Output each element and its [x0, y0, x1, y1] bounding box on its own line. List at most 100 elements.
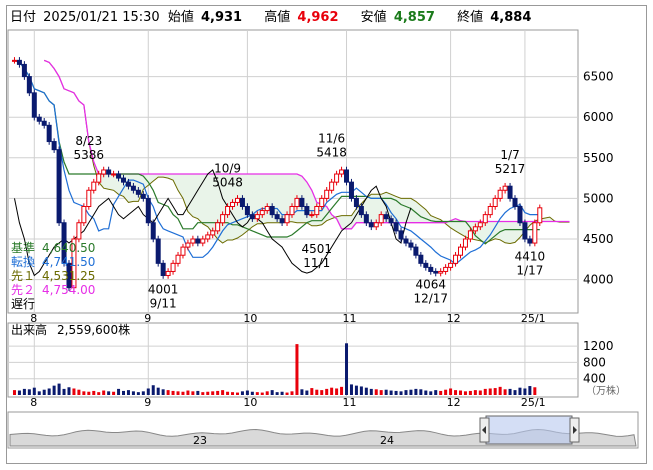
candle-body [428, 266, 434, 272]
candle-body [96, 173, 102, 183]
candle-body [130, 185, 136, 191]
candle-body [274, 214, 280, 220]
volume-bar [87, 391, 91, 395]
candle-body [423, 262, 429, 268]
candle-body [368, 222, 374, 228]
candle-body [215, 222, 221, 232]
volume-bar [151, 385, 155, 395]
candle-body [373, 222, 379, 228]
candle-body [26, 76, 32, 94]
volume-bar [478, 390, 482, 395]
candle-body [462, 238, 468, 248]
volume-bar [513, 390, 517, 395]
volume-bar [275, 392, 279, 395]
volume-bar [374, 389, 378, 395]
volume-bar [216, 390, 220, 395]
annotation-price: 4501 [302, 242, 333, 256]
candle-body [289, 206, 295, 216]
volume-bar [295, 344, 299, 395]
legend-item: 先１ 4,531.25 [11, 269, 95, 283]
candle-body [81, 206, 87, 224]
candle-body [86, 189, 92, 208]
volume-bar [310, 388, 314, 395]
volume-bar [97, 392, 101, 395]
candle-body [398, 230, 404, 240]
annotation-date: 9/11 [150, 297, 177, 311]
candle-body [195, 238, 201, 244]
volume-bar [156, 387, 160, 395]
annotation-price: 5386 [74, 148, 105, 162]
candle-body [309, 214, 315, 217]
navigator-left-handle[interactable] [479, 417, 490, 443]
navigator-right-handle[interactable] [569, 417, 580, 443]
volume-date-tick-label: 12 [447, 396, 461, 409]
volume-bar [434, 390, 438, 395]
candle-body [76, 222, 82, 240]
candle-body [517, 206, 523, 224]
volume-bar [280, 391, 284, 395]
candle-body [135, 189, 141, 195]
price-tick-label: 4500 [583, 232, 614, 246]
volume-bar [488, 388, 492, 395]
volume-bar [211, 391, 215, 395]
candle-body [36, 116, 42, 122]
candle-body [165, 270, 171, 277]
navigator-selection[interactable] [485, 415, 573, 445]
annotation-price: 5048 [212, 175, 243, 189]
volume-value: 2,559,600株 [57, 322, 130, 337]
candle-body [487, 206, 493, 216]
volume-bar [409, 389, 413, 395]
volume-bar [260, 392, 264, 395]
candle-body [537, 207, 543, 224]
candle-body [527, 238, 533, 244]
volume-bar [231, 392, 235, 395]
volume-bar [27, 389, 31, 395]
candle-body [314, 206, 320, 216]
candle-body [31, 92, 37, 118]
candle-body [393, 222, 399, 232]
candle-body [269, 206, 275, 216]
volume-bar [112, 391, 116, 395]
volume-bar [201, 392, 205, 395]
annotation-date: 10/9 [214, 161, 241, 175]
volume-bar [17, 390, 21, 395]
volume-bar [498, 386, 502, 395]
volume-bar [191, 391, 195, 395]
volume-bar [285, 392, 289, 395]
candle-body [348, 181, 354, 199]
volume-bar [394, 390, 398, 395]
candle-body [383, 214, 389, 220]
candle-body [433, 270, 439, 274]
candle-body [418, 254, 424, 264]
volume-bar [533, 387, 537, 395]
volume-bar [528, 386, 532, 395]
candle-body [388, 218, 394, 224]
volume-date-tick-label: 25/1 [521, 396, 546, 409]
candle-body [457, 246, 463, 256]
volume-date-tick-label: 11 [343, 396, 357, 409]
volume-bar [206, 391, 210, 395]
price-tick-label: 5500 [583, 151, 614, 165]
candle-body [532, 222, 538, 244]
candle-body [448, 262, 454, 268]
candle-body [140, 193, 146, 199]
volume-bar [330, 387, 334, 395]
volume-label: 出来高 [11, 322, 47, 337]
candle-body [408, 242, 414, 248]
candle-body [225, 206, 231, 216]
candle-body [324, 189, 330, 199]
candle-body [56, 149, 62, 224]
volume-bar [404, 390, 408, 395]
volume-bar [250, 391, 254, 395]
annotation-date: 11/6 [318, 131, 345, 145]
volume-bar [122, 390, 126, 395]
candle-body [319, 197, 325, 208]
volume-bar [131, 391, 135, 395]
candle-body [443, 266, 449, 272]
candle-body [482, 214, 488, 224]
volume-bar [468, 390, 472, 395]
candle-body [150, 222, 156, 240]
volume-bar [265, 391, 269, 395]
candle-body [91, 181, 97, 191]
volume-bar [37, 391, 41, 395]
